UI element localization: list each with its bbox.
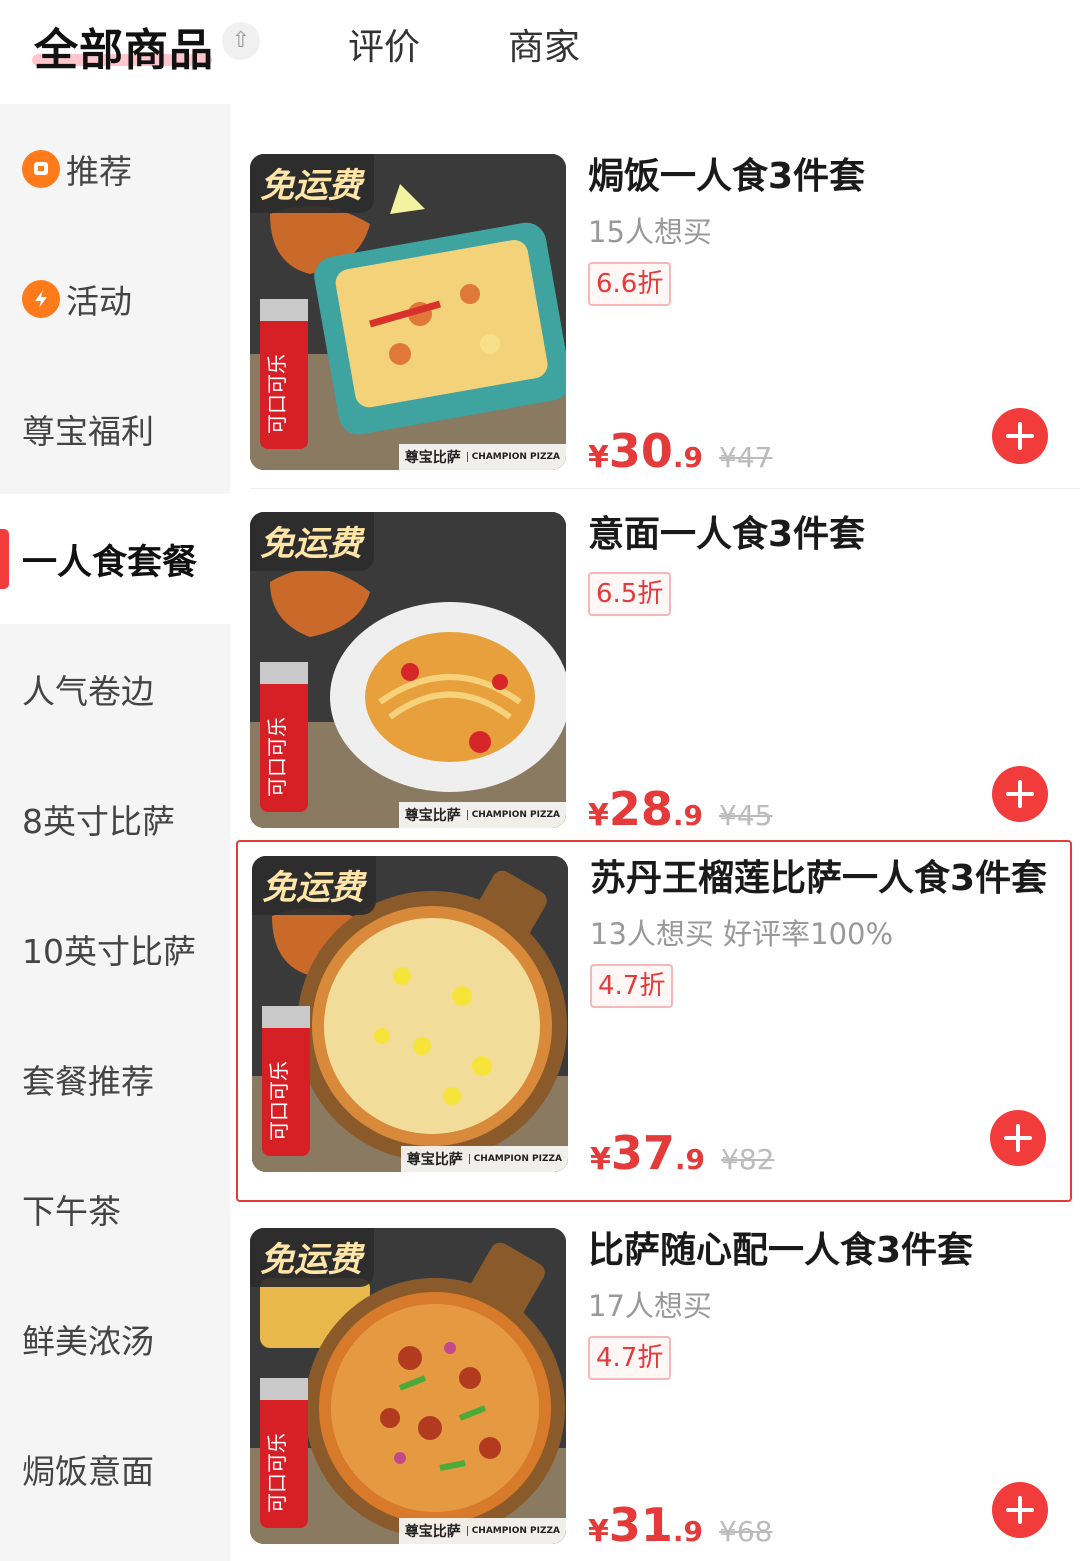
sidebar-item-benefits[interactable]: 尊宝福利 bbox=[0, 364, 230, 494]
brand-name: 尊宝比萨 bbox=[404, 1524, 461, 1540]
product-popularity: 17人想买 bbox=[588, 1289, 712, 1323]
sidebar-item-label: 8英寸比萨 bbox=[22, 802, 175, 841]
sidebar-item-label: 活动 bbox=[66, 282, 132, 321]
sidebar-item-rice-pasta[interactable]: 焗饭意面 bbox=[0, 1404, 230, 1534]
price-integer: 37 bbox=[610, 1126, 675, 1180]
top-tab-bar: 全部商品 ⇧ 评价 商家 bbox=[0, 0, 1080, 100]
sidebar-item-label: 鲜美浓汤 bbox=[22, 1322, 154, 1361]
product-popularity: 15人想买 bbox=[588, 215, 712, 249]
sidebar-item-label: 推荐 bbox=[66, 152, 132, 191]
original-price: ¥68 bbox=[719, 1515, 773, 1548]
product-title[interactable]: 比萨随心配一人食3件套 bbox=[588, 1226, 1058, 1276]
product-info: 比萨随心配一人食3件套 17人想买 4.7折 bbox=[588, 1226, 1058, 1380]
product-card-highlighted[interactable]: 可口可乐 免运费 尊宝比萨 CHAMPION PIZZA 苏丹王榴莲比萨一人食3件… bbox=[236, 840, 1072, 1202]
add-to-cart-button[interactable] bbox=[992, 1482, 1048, 1538]
price-decimal: .9 bbox=[674, 1143, 706, 1176]
product-card[interactable]: 可口可乐 免运费 尊宝比萨 CHAMPION PIZZA 焗饭一人食3件套 15人… bbox=[236, 140, 1072, 498]
product-info: 意面一人食3件套 6.5折 bbox=[588, 510, 1058, 616]
sidebar-item-label: 下午茶 bbox=[22, 1192, 121, 1231]
sidebar-item-single-meal[interactable]: 一人食套餐 bbox=[0, 494, 230, 624]
sidebar-item-label: 尊宝福利 bbox=[22, 412, 154, 451]
price-symbol: ¥ bbox=[588, 440, 609, 475]
brand-name-en: CHAMPION PIZZA bbox=[468, 1154, 562, 1164]
product-card[interactable]: 可口可乐 免运费 尊宝比萨 CHAMPION PIZZA 意面一人食3件套 6.5… bbox=[236, 498, 1072, 856]
brand-name: 尊宝比萨 bbox=[404, 450, 461, 466]
brand-name-en: CHAMPION PIZZA bbox=[466, 1526, 560, 1536]
sidebar-item-soup[interactable]: 鲜美浓汤 bbox=[0, 1274, 230, 1404]
free-shipping-badge: 免运费 bbox=[250, 512, 374, 571]
original-price: ¥47 bbox=[719, 441, 773, 474]
add-to-cart-button[interactable] bbox=[990, 1110, 1046, 1166]
sidebar-item-label: 人气卷边 bbox=[22, 672, 154, 711]
product-image[interactable]: 可口可乐 免运费 尊宝比萨 CHAMPION PIZZA bbox=[250, 512, 566, 828]
price-decimal: .9 bbox=[672, 441, 704, 474]
product-info: 苏丹王榴莲比萨一人食3件套 13人想买 好评率100% 4.7折 bbox=[590, 854, 1060, 1008]
sidebar-item-combo[interactable]: 套餐推荐 bbox=[0, 1014, 230, 1144]
sidebar-item-8inch-pizza[interactable]: 8英寸比萨 bbox=[0, 754, 230, 884]
product-card[interactable]: 可口可乐 免运费 尊宝比萨 CHAMPION PIZZA 比萨随心配一人食3件套 … bbox=[236, 1214, 1072, 1561]
sidebar-item-label: 焗饭意面 bbox=[22, 1452, 154, 1491]
price-symbol: ¥ bbox=[588, 1514, 609, 1549]
discount-badge: 4.7折 bbox=[590, 964, 674, 1008]
price-symbol: ¥ bbox=[588, 798, 609, 833]
sidebar-item-afternoon-tea[interactable]: 下午茶 bbox=[0, 1144, 230, 1274]
sidebar-item-popular-crust[interactable]: 人气卷边 bbox=[0, 624, 230, 754]
product-image[interactable]: 可口可乐 免运费 尊宝比萨 CHAMPION PIZZA bbox=[250, 1228, 566, 1544]
brand-watermark: 尊宝比萨 CHAMPION PIZZA bbox=[398, 1518, 566, 1544]
price-decimal: .9 bbox=[672, 799, 704, 832]
collapse-up-icon[interactable]: ⇧ bbox=[222, 22, 260, 60]
price-decimal: .9 bbox=[672, 1515, 704, 1548]
category-sidebar: 推荐 活动 尊宝福利 一人食套餐 人气卷边 8英寸比萨 10英寸比萨 套餐推荐 … bbox=[0, 104, 230, 1561]
tab-all-products[interactable]: 全部商品 bbox=[34, 14, 214, 78]
recommend-badge-icon bbox=[22, 150, 60, 188]
brand-watermark: 尊宝比萨 CHAMPION PIZZA bbox=[398, 444, 566, 470]
discount-badge: 6.6折 bbox=[588, 262, 672, 306]
svg-text:可口可乐: 可口可乐 bbox=[265, 354, 289, 434]
product-image[interactable]: 可口可乐 免运费 尊宝比萨 CHAMPION PIZZA bbox=[250, 154, 566, 470]
price-integer: 31 bbox=[608, 1498, 673, 1552]
original-price: ¥45 bbox=[719, 799, 773, 832]
free-shipping-badge: 免运费 bbox=[250, 1228, 374, 1287]
price-row: ¥ 30 .9 ¥47 bbox=[588, 424, 772, 478]
discount-badge: 6.5折 bbox=[588, 572, 672, 616]
brand-name-en: CHAMPION PIZZA bbox=[466, 452, 560, 462]
add-to-cart-button[interactable] bbox=[992, 408, 1048, 464]
price-symbol: ¥ bbox=[590, 1142, 611, 1177]
sidebar-item-label: 一人食套餐 bbox=[22, 542, 198, 583]
product-info: 焗饭一人食3件套 15人想买 6.6折 bbox=[588, 152, 1058, 306]
product-image[interactable]: 可口可乐 免运费 尊宝比萨 CHAMPION PIZZA bbox=[252, 856, 568, 1172]
sidebar-item-label: 10英寸比萨 bbox=[22, 932, 196, 971]
sidebar-item-activity[interactable]: 活动 bbox=[0, 234, 230, 364]
free-shipping-badge: 免运费 bbox=[252, 856, 376, 915]
price-row: ¥ 28 .9 ¥45 bbox=[588, 782, 772, 836]
price-row: ¥ 37 .9 ¥82 bbox=[590, 1126, 774, 1180]
original-price: ¥82 bbox=[721, 1143, 775, 1176]
svg-text:可口可乐: 可口可乐 bbox=[267, 1061, 291, 1141]
product-popularity: 13人想买 好评率100% bbox=[590, 917, 894, 951]
brand-name: 尊宝比萨 bbox=[404, 808, 461, 824]
price-integer: 28 bbox=[608, 782, 673, 836]
svg-text:可口可乐: 可口可乐 bbox=[265, 1433, 289, 1513]
add-to-cart-button[interactable] bbox=[992, 766, 1048, 822]
brand-watermark: 尊宝比萨 CHAMPION PIZZA bbox=[398, 802, 566, 828]
sidebar-item-10inch-pizza[interactable]: 10英寸比萨 bbox=[0, 884, 230, 1014]
svg-text:可口可乐: 可口可乐 bbox=[265, 717, 289, 797]
price-integer: 30 bbox=[608, 424, 673, 478]
product-title[interactable]: 焗饭一人食3件套 bbox=[588, 152, 1058, 202]
price-row: ¥ 31 .9 ¥68 bbox=[588, 1498, 772, 1552]
divider bbox=[250, 488, 1080, 489]
sidebar-item-label: 套餐推荐 bbox=[22, 1062, 154, 1101]
flash-badge-icon bbox=[22, 280, 60, 318]
brand-name: 尊宝比萨 bbox=[406, 1152, 463, 1168]
free-shipping-badge: 免运费 bbox=[250, 154, 374, 213]
sidebar-item-recommend[interactable]: 推荐 bbox=[0, 104, 230, 234]
brand-name-en: CHAMPION PIZZA bbox=[466, 810, 560, 820]
brand-watermark: 尊宝比萨 CHAMPION PIZZA bbox=[400, 1146, 568, 1172]
tab-merchant[interactable]: 商家 bbox=[508, 18, 580, 70]
discount-badge: 4.7折 bbox=[588, 1336, 672, 1380]
product-title[interactable]: 意面一人食3件套 bbox=[588, 510, 1058, 560]
product-title[interactable]: 苏丹王榴莲比萨一人食3件套 bbox=[590, 854, 1060, 904]
tab-reviews[interactable]: 评价 bbox=[348, 18, 420, 70]
